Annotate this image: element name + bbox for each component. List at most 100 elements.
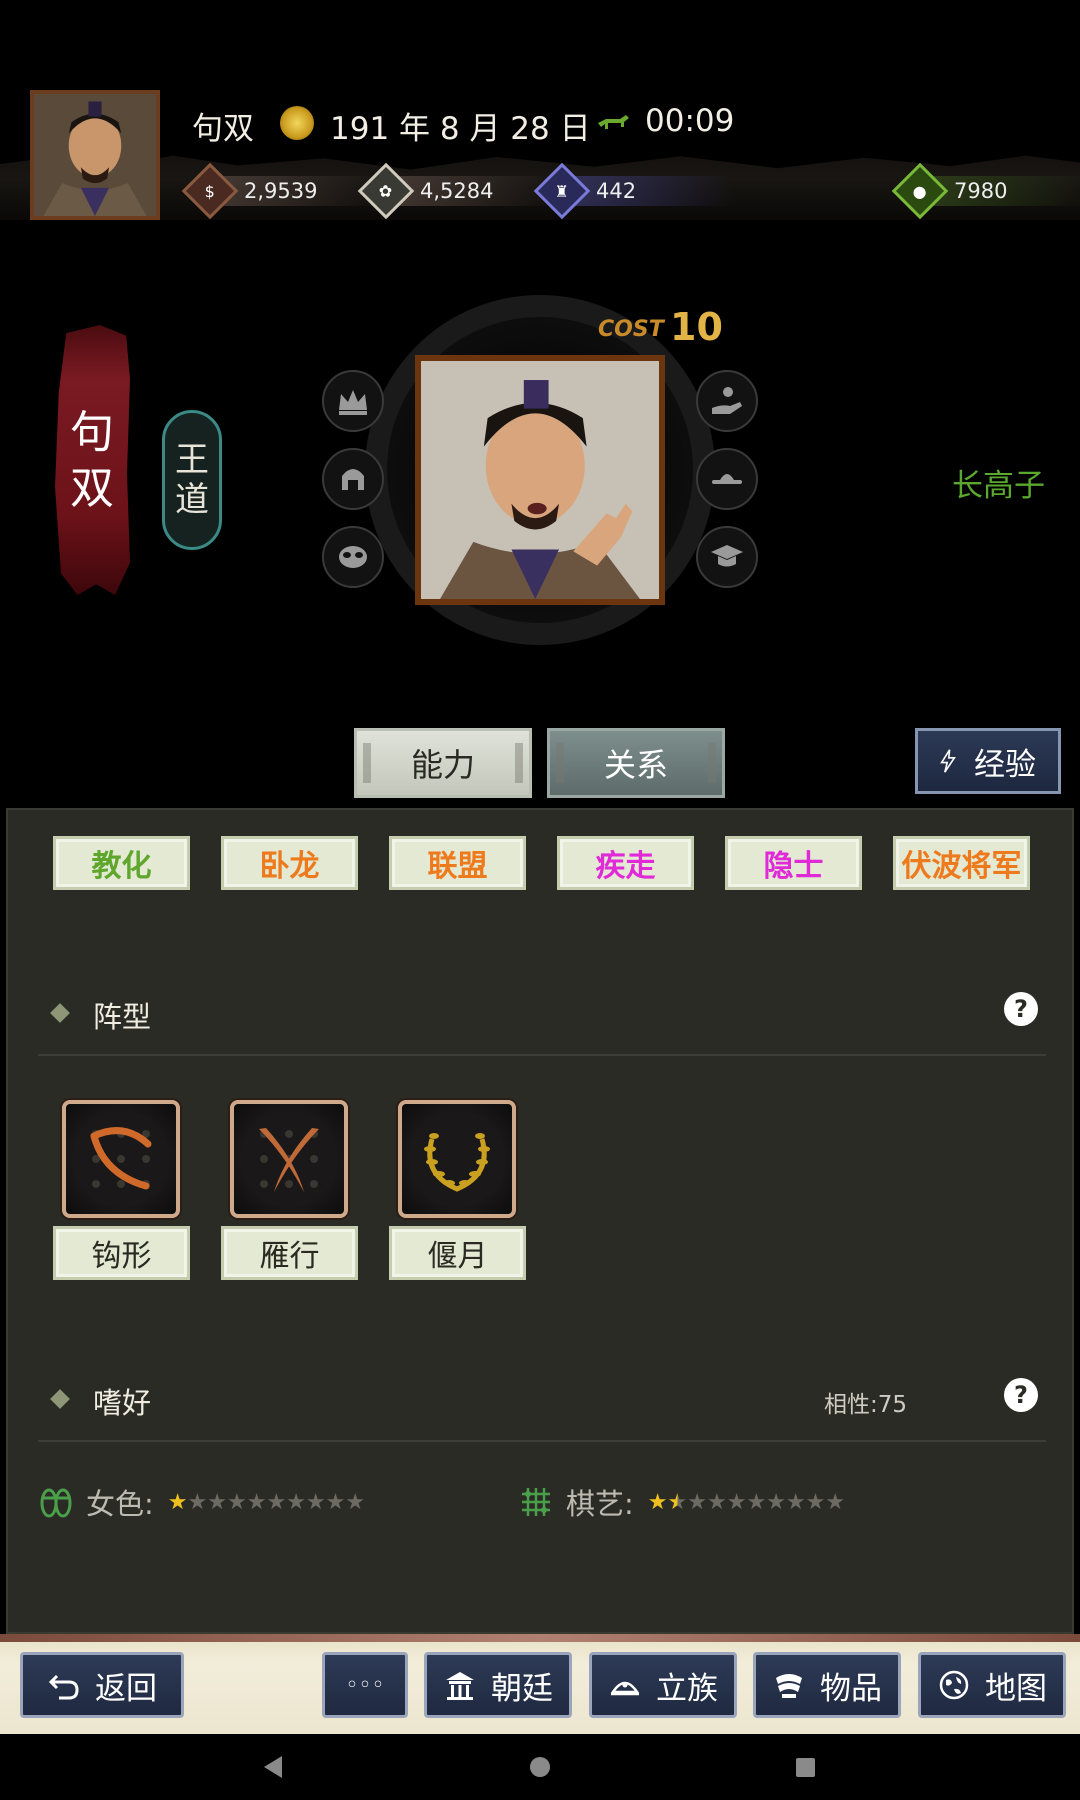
- star-rating: ★★★★★★★★★★: [168, 1490, 365, 1515]
- bag-resource[interactable]: ● 7980: [891, 162, 1080, 220]
- hobby-help-button[interactable]: ?: [1004, 1378, 1038, 1412]
- coins-icon: $: [181, 162, 239, 220]
- globe-icon: [939, 1670, 969, 1700]
- crown-icon[interactable]: [322, 370, 384, 432]
- detail-panel: 教化 卧龙 联盟 疾走 隐士 伏波将军 阵型 ? 钩形 雁行 偃月 嗜好 ? 相…: [6, 808, 1074, 1634]
- character-nickname: 长高子: [952, 468, 1045, 504]
- star-icon: ★: [325, 1489, 346, 1515]
- star-icon: ★: [647, 1489, 668, 1515]
- trait-label: 教化: [91, 849, 152, 884]
- back-button[interactable]: 返回: [20, 1652, 184, 1718]
- hand-icon[interactable]: [696, 370, 758, 432]
- helmet-icon[interactable]: [322, 448, 384, 510]
- hobby-label: 棋艺:: [566, 1487, 634, 1521]
- game-time: 00:09: [645, 103, 735, 139]
- grain-resource[interactable]: ✿ 4,5284: [357, 162, 556, 220]
- hobby-label: 女色:: [86, 1487, 154, 1521]
- hat-icon[interactable]: [696, 448, 758, 510]
- formation-help-button[interactable]: ?: [1004, 992, 1038, 1026]
- formation-section-header: 阵型 ?: [48, 992, 1048, 1034]
- hobby-item: 棋艺: ★★★★★★★★★★: [518, 1482, 845, 1522]
- system-home-icon[interactable]: [530, 1757, 550, 1777]
- trait-label: 卧龙: [259, 849, 320, 884]
- star-icon: ★: [785, 1489, 806, 1515]
- star-icon: ★: [667, 1489, 688, 1515]
- star-icon: ★: [746, 1489, 767, 1515]
- more-icon: ◦◦◦: [345, 1672, 385, 1698]
- map-button[interactable]: 地图: [918, 1652, 1066, 1718]
- star-icon: ★: [305, 1489, 326, 1515]
- star-icon: ★: [345, 1489, 366, 1515]
- clan-label: 立族: [656, 1670, 718, 1707]
- trait-tag[interactable]: 伏波将军: [893, 836, 1030, 890]
- ideology-label: 王道: [175, 440, 209, 520]
- star-icon: ★: [766, 1489, 786, 1515]
- troops-resource[interactable]: ♜ 442: [533, 162, 732, 220]
- grain-icon: ✿: [357, 162, 415, 220]
- experience-button[interactable]: 经验: [915, 728, 1061, 794]
- ideology-badge[interactable]: 王道: [162, 410, 222, 550]
- horse-icon: [598, 115, 629, 129]
- trait-label: 疾走: [595, 849, 656, 884]
- palace-icon: [446, 1672, 474, 1700]
- family-hat-icon: [610, 1681, 640, 1696]
- crescent-formation-icon[interactable]: [398, 1100, 516, 1218]
- trait-label: 联盟: [427, 849, 488, 884]
- items-button[interactable]: 物品: [753, 1652, 901, 1718]
- trait-tag[interactable]: 卧龙: [221, 836, 358, 890]
- grain-value: 4,5284: [420, 179, 494, 203]
- star-icon: ★: [726, 1489, 747, 1515]
- formation-label[interactable]: 雁行: [221, 1226, 358, 1280]
- formation-title: 阵型: [93, 1000, 152, 1034]
- trait-tag[interactable]: 疾走: [557, 836, 694, 890]
- graduation-cap-icon[interactable]: [696, 526, 758, 588]
- bottom-nav-bar: 返回 ◦◦◦ 朝廷 立族 物品 地图: [0, 1634, 1080, 1734]
- trait-tag[interactable]: 教化: [53, 836, 190, 890]
- cost-label: COST: [598, 317, 664, 342]
- map-label: 地图: [985, 1670, 1047, 1707]
- lord-name: 句双: [192, 111, 254, 147]
- diamond-bullet-icon: [50, 1003, 70, 1023]
- star-icon: ★: [286, 1489, 306, 1515]
- hobby-item: 女色: ★★★★★★★★★★: [38, 1482, 365, 1522]
- money-bag-icon: ●: [891, 162, 949, 220]
- trait-tag[interactable]: 联盟: [389, 836, 526, 890]
- sandals-icon: [40, 1488, 72, 1518]
- court-button[interactable]: 朝廷: [424, 1652, 572, 1718]
- tab-ability[interactable]: 能力: [354, 728, 532, 798]
- star-icon: ★: [226, 1489, 247, 1515]
- star-icon: ★: [246, 1489, 267, 1515]
- section-divider: [38, 1440, 1046, 1442]
- geese-formation-icon[interactable]: [230, 1100, 348, 1218]
- section-divider: [38, 1054, 1046, 1056]
- tab-relations[interactable]: 关系: [547, 728, 725, 798]
- star-icon: ★: [805, 1489, 826, 1515]
- character-area: 句双 王道 COST 10 长高子: [0, 230, 1080, 710]
- clan-button[interactable]: 立族: [589, 1652, 737, 1718]
- formation-label[interactable]: 钩形: [53, 1226, 190, 1280]
- diamond-bullet-icon: [50, 1389, 70, 1409]
- gold-resource[interactable]: $ 2,9539: [181, 162, 380, 220]
- affinity-value: 相性:75: [823, 1392, 907, 1418]
- more-button[interactable]: ◦◦◦: [322, 1652, 408, 1718]
- back-label: 返回: [95, 1670, 157, 1707]
- hobby-title: 嗜好: [93, 1386, 152, 1420]
- mask-icon[interactable]: [322, 526, 384, 588]
- character-portrait[interactable]: [415, 355, 665, 605]
- bag-value: 7980: [954, 179, 1008, 203]
- system-recents-icon[interactable]: [796, 1758, 815, 1777]
- soldier-icon: ♜: [533, 162, 591, 220]
- gold-value: 2,9539: [244, 179, 318, 203]
- hook-formation-icon[interactable]: [62, 1100, 180, 1218]
- star-icon: ★: [825, 1489, 846, 1515]
- lord-portrait[interactable]: [30, 90, 160, 220]
- star-icon: ★: [266, 1489, 287, 1515]
- character-portrait-image: [421, 361, 659, 599]
- scroll-items-icon: [776, 1674, 802, 1698]
- system-back-icon[interactable]: [264, 1756, 282, 1778]
- items-label: 物品: [820, 1670, 882, 1707]
- formation-label[interactable]: 偃月: [389, 1226, 526, 1280]
- trait-tag[interactable]: 隐士: [725, 836, 862, 890]
- lightning-icon: [940, 749, 956, 773]
- back-arrow-icon: [48, 1674, 79, 1700]
